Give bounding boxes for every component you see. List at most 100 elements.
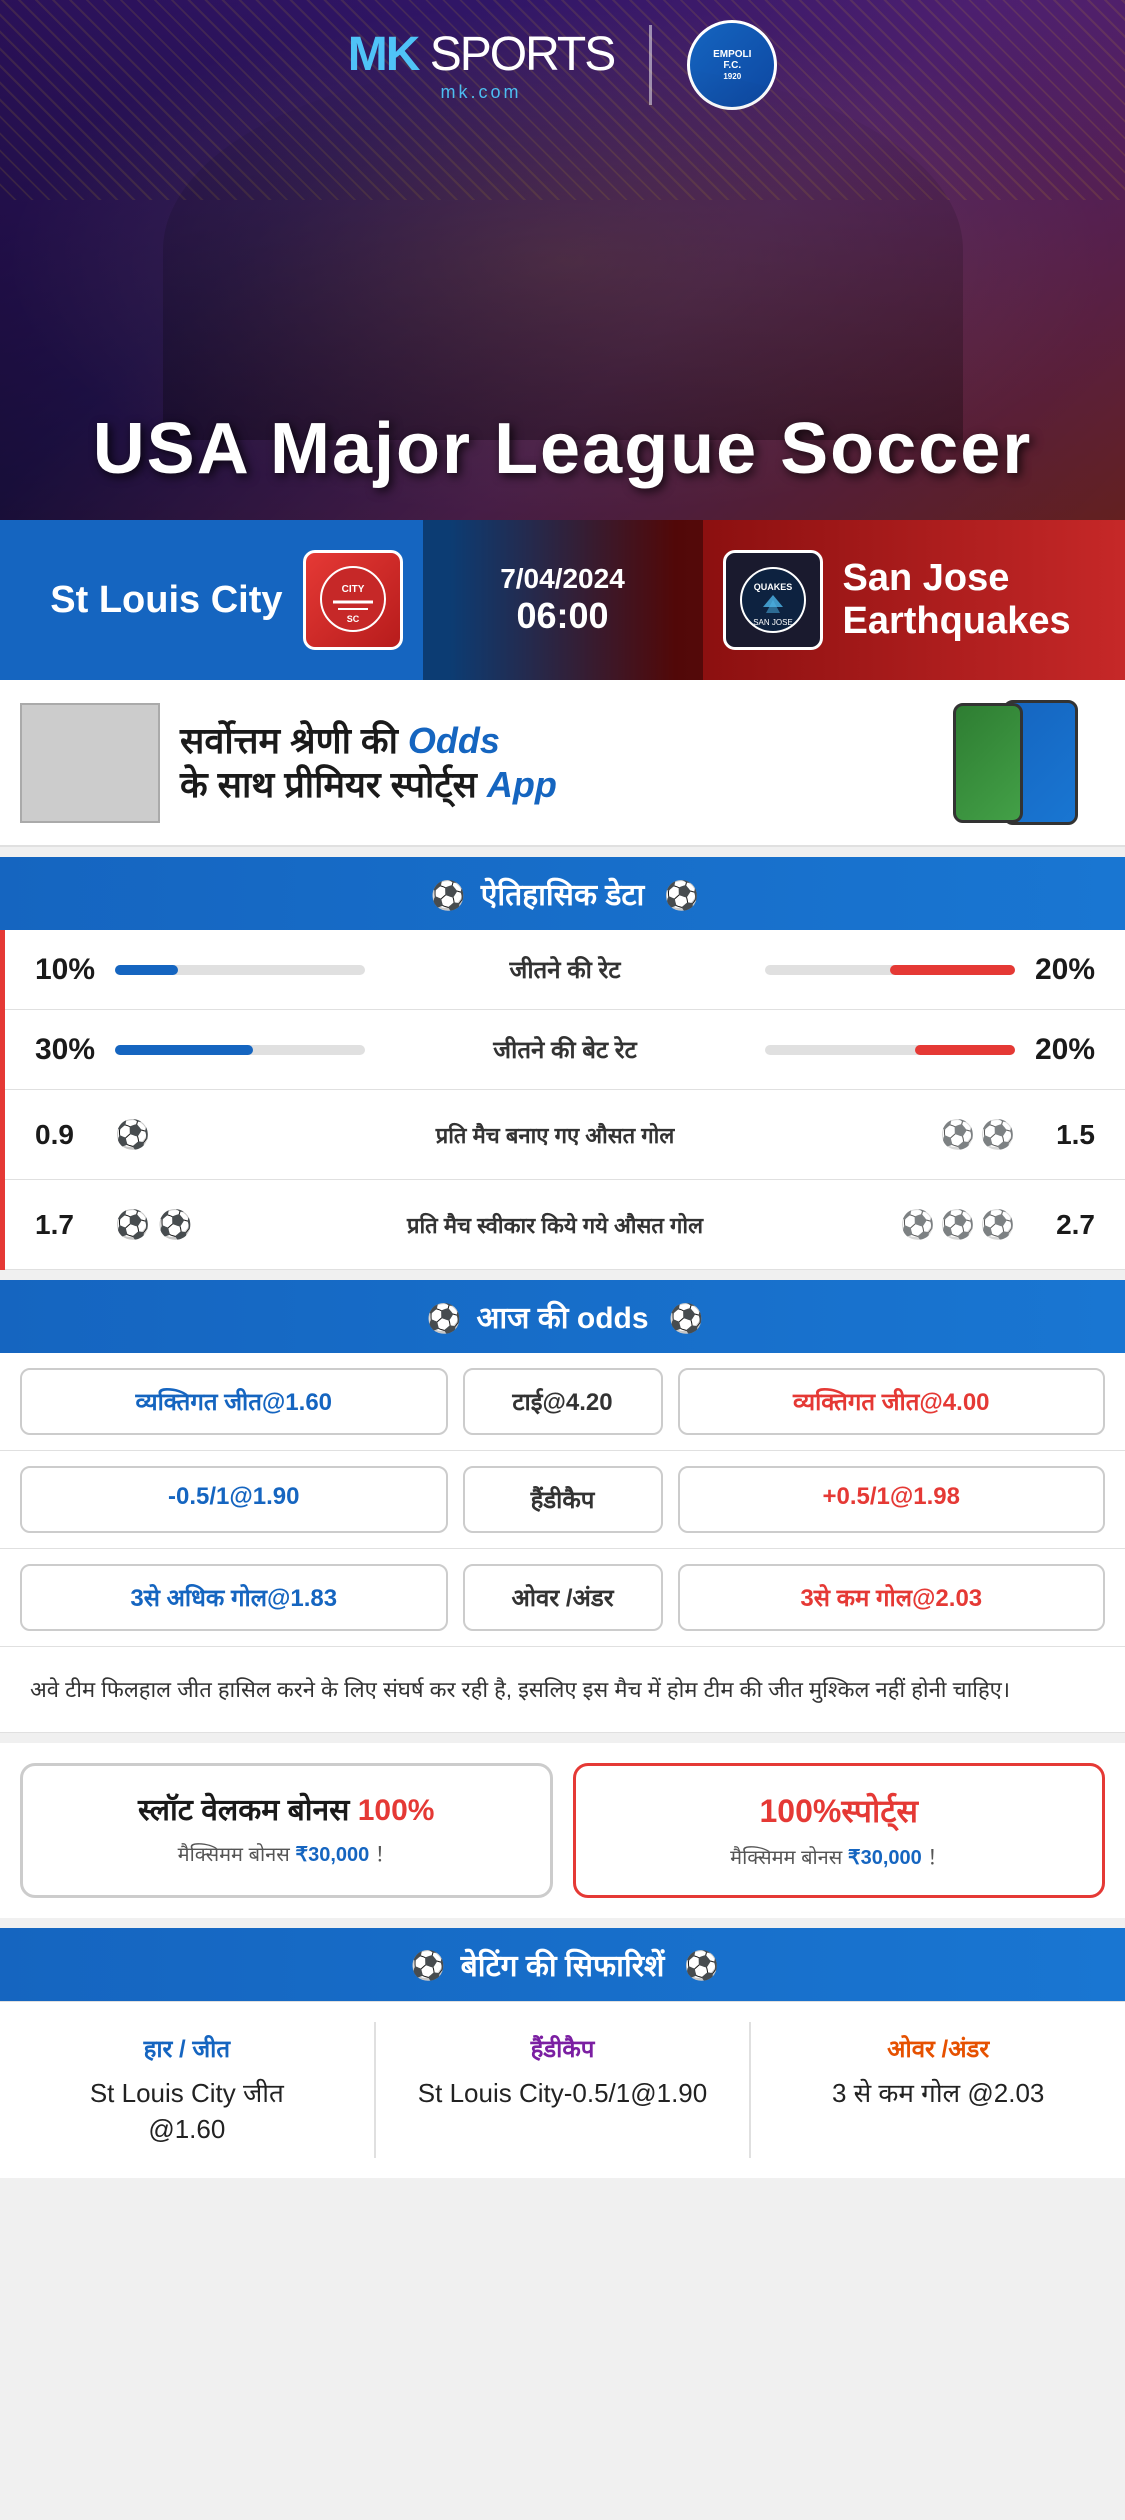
phone-mockup-1: [953, 703, 1023, 823]
stat-right-bet-rate: 20%: [1015, 1033, 1095, 1067]
stat-fill-right-win: [890, 965, 1015, 975]
promo-text-area: सर्वोत्तम श्रेणी की Odds के साथ प्रीमियर…: [180, 719, 905, 805]
promo-banner[interactable]: सर्वोत्तम श्रेणी की Odds के साथ प्रीमियर…: [0, 680, 1125, 847]
bonus-card-sports[interactable]: 100%स्पोर्ट्स मैक्सिमम बोनस ₹30,000 ！: [573, 1763, 1106, 1898]
odds-away-win[interactable]: व्यक्तिगत जीत@4.00: [678, 1368, 1106, 1435]
historical-section-header: ⚽ ऐतिहासिक डेटा ⚽: [0, 857, 1125, 930]
stat-bar-left-bet-rate: [115, 1045, 365, 1055]
player-silhouette: [163, 60, 963, 440]
goal-label-scored: प्रति मैच बनाए गए औसत गोल: [215, 1120, 895, 1150]
stat-bar-right-bet-rate: [765, 1045, 1015, 1055]
odds-home-win[interactable]: व्यक्तिगत जीत@1.60: [20, 1368, 448, 1435]
bonus-card-slots[interactable]: स्लॉट वेलकम बोनस 100% मैक्सिमम बोनस ₹30,…: [20, 1763, 553, 1898]
promo-image: [20, 703, 160, 823]
rec-title-1: हार / जीत: [30, 2032, 344, 2065]
stat-row-avg-goals-scored: 0.9 ⚽ प्रति मैच बनाए गए औसत गोल ⚽ ⚽ 1.5: [5, 1090, 1125, 1180]
goal-val-scored-left: 0.9: [35, 1119, 115, 1151]
odds-section: व्यक्तिगत जीत@1.60 टाई@4.20 व्यक्तिगत जी…: [0, 1353, 1125, 1647]
match-date: 7/04/2024: [500, 563, 625, 595]
ball-icon-left: ⚽: [431, 879, 461, 909]
stat-left-bet-rate: 30%: [35, 1033, 115, 1067]
goal-val-conceded-left: 1.7: [35, 1209, 115, 1241]
stat-label-bet-rate: जीतने की बेट रेट: [385, 1033, 745, 1066]
stat-row-bet-rate: 30% जीतने की बेट रेट 20%: [5, 1010, 1125, 1090]
ball-c2: ⚽: [158, 1208, 193, 1241]
odds-section-header: ⚽ आज की odds ⚽: [0, 1280, 1125, 1353]
goal-balls-conceded-right: ⚽ ⚽ ⚽: [895, 1208, 1015, 1241]
odds-overunder-label: ओवर /अंडर: [463, 1564, 663, 1631]
rec-title-3: ओवर /अंडर: [781, 2032, 1095, 2065]
stat-left-win-rate: 10%: [35, 953, 115, 987]
away-team-section: QUAKES SAN JOSE San Jose Earthquakes: [703, 550, 1125, 650]
spacer-1: [0, 847, 1125, 857]
ball-cr3: ⚽: [980, 1208, 1015, 1241]
away-team-logo: QUAKES SAN JOSE: [723, 550, 823, 650]
svg-text:CITY: CITY: [341, 584, 364, 595]
stat-fill-left-bet: [115, 1045, 253, 1055]
goal-label-conceded: प्रति मैच स्वीकार किये गये औसत गोल: [215, 1210, 895, 1240]
stats-section: 10% जीतने की रेट 20% 30% जीतने की बेट रे…: [0, 930, 1125, 1270]
rec-row: हार / जीत St Louis City जीत @1.60 हैंडीक…: [0, 2001, 1125, 2178]
odds-under[interactable]: 3से कम गोल@2.03: [678, 1564, 1106, 1631]
match-time: 06:00: [516, 595, 608, 637]
ball-1: ⚽: [115, 1118, 150, 1151]
svg-text:SAN JOSE: SAN JOSE: [753, 618, 793, 627]
rec-ball-left: ⚽: [411, 1949, 441, 1979]
match-bar: St Louis City CITY SC 7/04/2024 06:00 QU…: [0, 520, 1125, 680]
odds-handicap-label: हैंडीकैप: [463, 1466, 663, 1533]
ball-c1: ⚽: [115, 1208, 150, 1241]
bonus-sports-subtitle: मैक्सिमम बोनस ₹30,000 ！: [596, 1841, 1083, 1870]
rec-win-loss: हार / जीत St Louis City जीत @1.60: [20, 2022, 354, 2158]
rec-value-1: St Louis City जीत @1.60: [30, 2075, 344, 2148]
ball-right-2: ⚽: [980, 1118, 1015, 1151]
odds-section-title: आज की odds: [476, 1296, 648, 1337]
odds-row-3: 3से अधिक गोल@1.83 ओवर /अंडर 3से कम गोल@2…: [0, 1549, 1125, 1647]
odds-handicap-home[interactable]: -0.5/1@1.90: [20, 1466, 448, 1533]
bonus-slots-title: स्लॉट वेलकम बोनस 100%: [43, 1791, 530, 1830]
home-team-name: St Louis City: [50, 579, 282, 622]
bonus-sports-title: 100%स्पोर्ट्स: [596, 1791, 1083, 1833]
rec-overunder: ओवर /अंडर 3 से कम गोल @2.03: [771, 2022, 1105, 2158]
stat-row-win-rate: 10% जीतने की रेट 20%: [5, 930, 1125, 1010]
goal-val-conceded-right: 2.7: [1015, 1209, 1095, 1241]
hero-title-area: USA Major League Soccer: [0, 408, 1125, 490]
stat-label-win-rate: जीतने की रेट: [385, 953, 745, 986]
home-team-section: St Louis City CITY SC: [0, 550, 423, 650]
away-team-name: San Jose Earthquakes: [843, 557, 1071, 643]
odds-ball-right: ⚽: [669, 1302, 699, 1332]
stat-bar-right-win-rate: [765, 965, 1015, 975]
stat-fill-right-bet: [915, 1045, 1015, 1055]
svg-text:SC: SC: [346, 614, 359, 624]
bonus-slots-subtitle: मैक्सिमम बोनस ₹30,000 ！: [43, 1838, 530, 1867]
home-team-logo: CITY SC: [303, 550, 403, 650]
svg-text:QUAKES: QUAKES: [753, 582, 792, 592]
spacer-3: [0, 1733, 1125, 1743]
rec-title-2: हैंडीकैप: [406, 2032, 720, 2065]
spacer-2: [0, 1270, 1125, 1280]
bonus-section: स्लॉट वेलकम बोनस 100% मैक्सिमम बोनस ₹30,…: [0, 1743, 1125, 1918]
match-center: 7/04/2024 06:00: [423, 520, 703, 680]
rec-ball-right: ⚽: [684, 1949, 714, 1979]
odds-handicap-away[interactable]: +0.5/1@1.98: [678, 1466, 1106, 1533]
rec-section-header: ⚽ बेटिंग की सिफारिशें ⚽: [0, 1928, 1125, 2001]
rec-divider-2: [749, 2022, 751, 2158]
rec-divider-1: [374, 2022, 376, 2158]
hero-banner: MK SPORTS mk.com EMPOLIF.C.1920 USA Majo…: [0, 0, 1125, 520]
rec-value-2: St Louis City-0.5/1@1.90: [406, 2075, 720, 2111]
hero-title: USA Major League Soccer: [0, 408, 1125, 490]
goal-balls-scored-left: ⚽: [115, 1118, 215, 1151]
odds-over[interactable]: 3से अधिक गोल@1.83: [20, 1564, 448, 1631]
rec-value-3: 3 से कम गोल @2.03: [781, 2075, 1095, 2111]
odds-row-2: -0.5/1@1.90 हैंडीकैप +0.5/1@1.98: [0, 1451, 1125, 1549]
odds-tie[interactable]: टाई@4.20: [463, 1368, 663, 1435]
historical-section-title: ऐतिहासिक डेटा: [481, 873, 645, 914]
goal-val-scored-right: 1.5: [1015, 1119, 1095, 1151]
promo-app-mockup: [925, 700, 1105, 825]
ball-cr1: ⚽: [900, 1208, 935, 1241]
stat-fill-left-win: [115, 965, 178, 975]
goal-balls-scored-right: ⚽ ⚽: [895, 1118, 1015, 1151]
ball-icon-right: ⚽: [664, 879, 694, 909]
ball-cr2: ⚽: [940, 1208, 975, 1241]
odds-ball-left: ⚽: [426, 1302, 456, 1332]
goal-balls-conceded-left: ⚽ ⚽: [115, 1208, 215, 1241]
